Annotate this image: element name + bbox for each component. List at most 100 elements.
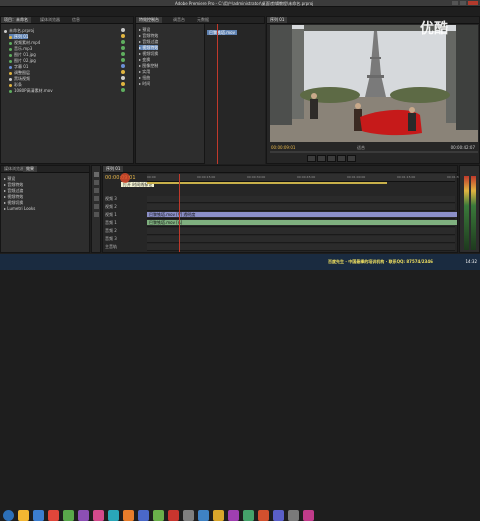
project-item[interactable]: 黑场视频 (9, 76, 30, 81)
work-area-bar[interactable] (147, 182, 387, 184)
taskbar-app-icon[interactable] (63, 510, 74, 521)
taskbar-app-icon[interactable] (78, 510, 89, 521)
step-forward-icon[interactable] (327, 155, 336, 162)
media-type-icon (4, 29, 7, 33)
project-item[interactable]: 未命名.prproj (4, 28, 34, 33)
title-bar: Adobe Premiere Pro - C:\用户\administrator… (0, 0, 480, 7)
razor-tool-icon[interactable] (94, 188, 99, 193)
taskbar-app-icon[interactable] (198, 510, 209, 521)
track-header[interactable]: 音频 1 (105, 220, 145, 225)
step-back-icon[interactable] (307, 155, 316, 162)
taskbar-app-icon[interactable] (18, 510, 29, 521)
track-header[interactable]: 主音轨 (105, 244, 145, 249)
effects-folder[interactable]: ▸ 音频特效 (4, 182, 23, 187)
effect-category[interactable]: ▸ 图像控制 (139, 63, 158, 68)
source-clip-label: 巴黎铁塔.mov (207, 30, 237, 35)
effect-category[interactable]: ▸ 音频特效 (139, 33, 158, 38)
meter-left (464, 176, 469, 250)
effect-category[interactable]: ▸ 实用 (139, 69, 150, 74)
project-item-label: 黑场视频 (14, 76, 30, 81)
program-scrub-bar[interactable] (270, 151, 478, 153)
taskbar-app-icon[interactable] (273, 510, 284, 521)
project-item[interactable]: 彩条 (9, 82, 22, 87)
track-select-tool-icon[interactable] (94, 180, 99, 185)
track-lane[interactable] (147, 236, 455, 243)
export-frame-icon[interactable] (347, 155, 356, 162)
taskbar-app-icon[interactable] (123, 510, 134, 521)
label-color-icon (121, 70, 125, 74)
taskbar-app-icon[interactable] (48, 510, 59, 521)
project-item[interactable]: 图片 02.jpg (9, 58, 36, 63)
project-item[interactable]: 序列 01 (9, 34, 29, 39)
project-item[interactable]: 调整图层 (9, 70, 30, 75)
tab-project[interactable]: 项目：未命名 (1, 17, 31, 23)
project-item[interactable]: 字幕 01 (9, 64, 28, 69)
media-type-icon (9, 83, 12, 87)
tools-panel (91, 165, 101, 253)
video-clip[interactable]: 巴黎铁塔.mov [V] 透明度 (147, 212, 457, 217)
minimize-icon[interactable] (452, 1, 458, 5)
project-item[interactable]: 视频素材.mp4 (9, 40, 40, 45)
taskbar-app-icon[interactable] (228, 510, 239, 521)
track-lane[interactable] (147, 244, 455, 251)
track-lane[interactable] (147, 204, 455, 211)
effects-folder[interactable]: ▸ Lumetri Looks (4, 206, 35, 211)
play-icon[interactable] (317, 155, 326, 162)
taskbar-app-icon[interactable] (153, 510, 164, 521)
selection-tool-icon[interactable] (94, 172, 99, 177)
effect-category[interactable]: ▸ 时间 (139, 81, 150, 86)
effects-folder[interactable]: ▸ 音频过渡 (4, 188, 23, 193)
tab-effects[interactable]: 效果 (23, 166, 37, 172)
effect-category[interactable]: ▸ 视频切换 (139, 51, 158, 56)
slip-tool-icon[interactable] (94, 196, 99, 201)
project-item[interactable]: 音乐.mp3 (9, 46, 32, 51)
effects-folder[interactable]: ▸ 视频切换 (4, 200, 23, 205)
taskbar-app-icon[interactable] (33, 510, 44, 521)
taskbar-app-icon[interactable] (183, 510, 194, 521)
hand-tool-icon[interactable] (94, 212, 99, 217)
track-header[interactable]: 视频 1 (105, 212, 145, 217)
track-lane[interactable] (147, 228, 455, 235)
project-item[interactable]: 图片 01.jpg (9, 52, 36, 57)
taskbar-app-icon[interactable] (138, 510, 149, 521)
tab-audio-mixer[interactable]: 调音台 (170, 17, 188, 23)
effects-folder[interactable]: ▸ 预设 (4, 176, 15, 181)
record-cursor-icon (120, 173, 130, 183)
close-icon[interactable] (468, 1, 478, 5)
track-header[interactable]: 视频 3 (105, 196, 145, 201)
track-lane[interactable] (147, 196, 455, 203)
timeline-playhead[interactable] (179, 174, 180, 252)
effect-category[interactable]: ▸ 扭曲 (139, 75, 150, 80)
tab-sequence[interactable]: 序列 01 (103, 166, 124, 172)
taskbar-app-icon[interactable] (303, 510, 314, 521)
tab-info[interactable]: 信息 (69, 17, 83, 23)
effect-category[interactable]: ▸ 音频过渡 (139, 39, 158, 44)
effect-category[interactable]: ▸ 视频特效 (139, 45, 159, 50)
project-item[interactable]: 1080P高清素材.mov (9, 88, 53, 93)
audio-clip[interactable]: 巴黎铁塔.mov [A] (147, 220, 457, 225)
timeline-ruler[interactable]: 00:00 00:00:15:00 00:00:30:00 00:00:45:00 00… (147, 174, 465, 182)
taskbar-app-icon[interactable] (258, 510, 269, 521)
loop-icon[interactable] (337, 155, 346, 162)
maximize-icon[interactable] (460, 1, 466, 5)
tab-metadata[interactable]: 元数据 (194, 17, 212, 23)
tab-program[interactable]: 序列 01 (267, 17, 288, 23)
taskbar-app-icon[interactable] (93, 510, 104, 521)
taskbar-app-icon[interactable] (288, 510, 299, 521)
start-button-icon[interactable] (3, 510, 14, 521)
track-header[interactable]: 音频 2 (105, 228, 145, 233)
effect-category[interactable]: ▸ 预设 (139, 27, 150, 32)
track-header[interactable]: 音频 3 (105, 236, 145, 241)
effects-panel: 特效控制台 调音台 元数据 ▸ 预设 ▸ 音频特效 ▸ 音频过渡 ▸ 视频特效 ▸ 视频… (135, 16, 265, 164)
ruler-tick-label: 00:00:30:00 (247, 175, 266, 179)
taskbar-app-icon[interactable] (108, 510, 119, 521)
taskbar-app-icon[interactable] (213, 510, 224, 521)
taskbar-app-icon[interactable] (168, 510, 179, 521)
effects-folder[interactable]: ▸ 视频特效 (4, 194, 23, 199)
taskbar-app-icon[interactable] (243, 510, 254, 521)
tab-effect-controls[interactable]: 特效控制台 (136, 17, 162, 23)
effect-category[interactable]: ▸ 变换 (139, 57, 150, 62)
track-header[interactable]: 视频 2 (105, 204, 145, 209)
pen-tool-icon[interactable] (94, 204, 99, 209)
tab-media-browser[interactable]: 媒体浏览器 (37, 17, 63, 23)
